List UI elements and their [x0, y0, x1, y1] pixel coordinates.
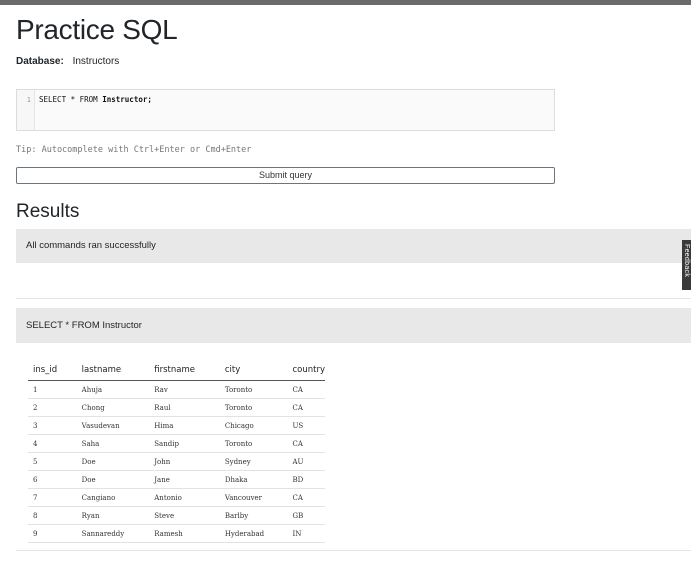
table-cell: 4 [28, 434, 77, 453]
table-body: 1 Ahuja Rav Toronto CA 2 Chong Raul Toronto CA 3 Va… [28, 380, 325, 543]
table-cell: Sydney [219, 452, 288, 471]
code-keyword: SELECT * FROM [39, 95, 103, 104]
table-cell: Hyderabad [219, 524, 288, 543]
table-cell: 2 [28, 398, 77, 417]
sql-code-line[interactable]: SELECT * FROM Instructor; [39, 95, 152, 104]
table-cell: Steve [149, 506, 220, 525]
table-cell: IN [287, 524, 325, 543]
page-title: Practice SQL [16, 14, 178, 45]
table-cell: Vasudevan [76, 416, 150, 435]
table-header-row: ins_id lastname firstname city country [28, 360, 325, 381]
sql-editor[interactable]: 1 SELECT * FROM Instructor; [16, 89, 555, 131]
table-cell: Doe [76, 470, 150, 489]
table-cell: CA [287, 434, 325, 453]
table-cell: Raul [149, 398, 220, 417]
table-cell: GB [287, 506, 325, 525]
status-message: All commands ran successfully [16, 229, 691, 263]
table-cell: Hima [149, 416, 220, 435]
table-cell: Ryan [76, 506, 150, 525]
column-header: ins_id [28, 360, 77, 381]
table-row: 9 Sannareddy Ramesh Hyderabad IN [28, 524, 325, 543]
table-row: 3 Vasudevan Hima Chicago US [28, 416, 325, 435]
feedback-tab[interactable]: Feedback [682, 240, 691, 290]
table-cell: Jane [149, 470, 220, 489]
table-cell: Barlby [219, 506, 288, 525]
table-cell: Toronto [219, 398, 288, 417]
submit-query-button[interactable]: Submit query [16, 167, 555, 184]
table-cell: 8 [28, 506, 77, 525]
table-cell: 3 [28, 416, 77, 435]
table-cell: AU [287, 452, 325, 471]
table-cell: Sannareddy [76, 524, 150, 543]
table-cell: John [149, 452, 220, 471]
feedback-label: Feedback [683, 244, 690, 278]
table-cell: 9 [28, 524, 77, 543]
column-header: lastname [76, 360, 150, 381]
divider [16, 550, 691, 551]
top-bar [0, 0, 691, 5]
results-table: ins_id lastname firstname city country 1… [28, 360, 325, 543]
table-cell: CA [287, 380, 325, 399]
database-line: Database: Instructors [16, 56, 119, 67]
table-cell: US [287, 416, 325, 435]
column-header: city [219, 360, 288, 381]
results-title: Results [16, 201, 80, 222]
table-row: 6 Doe Jane Dhaka BD [28, 470, 325, 489]
table-cell: Chicago [219, 416, 288, 435]
divider [16, 298, 691, 299]
table-cell: 6 [28, 470, 77, 489]
table-cell: Sandip [149, 434, 220, 453]
table-cell: Chong [76, 398, 150, 417]
table-row: 7 Cangiano Antonio Vancouver CA [28, 488, 325, 507]
table-cell: Rav [149, 380, 220, 399]
table-cell: Toronto [219, 380, 288, 399]
table-cell: CA [287, 488, 325, 507]
table-row: 5 Doe John Sydney AU [28, 452, 325, 471]
column-header: firstname [149, 360, 220, 381]
column-header: country [287, 360, 325, 381]
table-row: 1 Ahuja Rav Toronto CA [28, 380, 325, 399]
table-cell: Saha [76, 434, 150, 453]
table-cell: Vancouver [219, 488, 288, 507]
autocomplete-tip: Tip: Autocomplete with Ctrl+Enter or Cmd… [16, 145, 252, 155]
table-cell: 7 [28, 488, 77, 507]
table-cell: Ramesh [149, 524, 220, 543]
database-name: Instructors [72, 56, 120, 67]
line-number-gutter: 1 [17, 90, 35, 130]
table-cell: Antonio [149, 488, 220, 507]
query-header: SELECT * FROM Instructor [16, 308, 691, 343]
table-cell: Toronto [219, 434, 288, 453]
table-row: 4 Saha Sandip Toronto CA [28, 434, 325, 453]
table-row: 8 Ryan Steve Barlby GB [28, 506, 325, 525]
table-cell: Dhaka [219, 470, 288, 489]
table-cell: 5 [28, 452, 77, 471]
table-cell: CA [287, 398, 325, 417]
table-cell: BD [287, 470, 325, 489]
table-cell: 1 [28, 380, 77, 399]
table-cell: Ahuja [76, 380, 150, 399]
table-cell: Doe [76, 452, 150, 471]
table-cell: Cangiano [76, 488, 150, 507]
database-label: Database: [16, 56, 64, 67]
table-row: 2 Chong Raul Toronto CA [28, 398, 325, 417]
code-table-name: Instructor; [102, 95, 152, 104]
